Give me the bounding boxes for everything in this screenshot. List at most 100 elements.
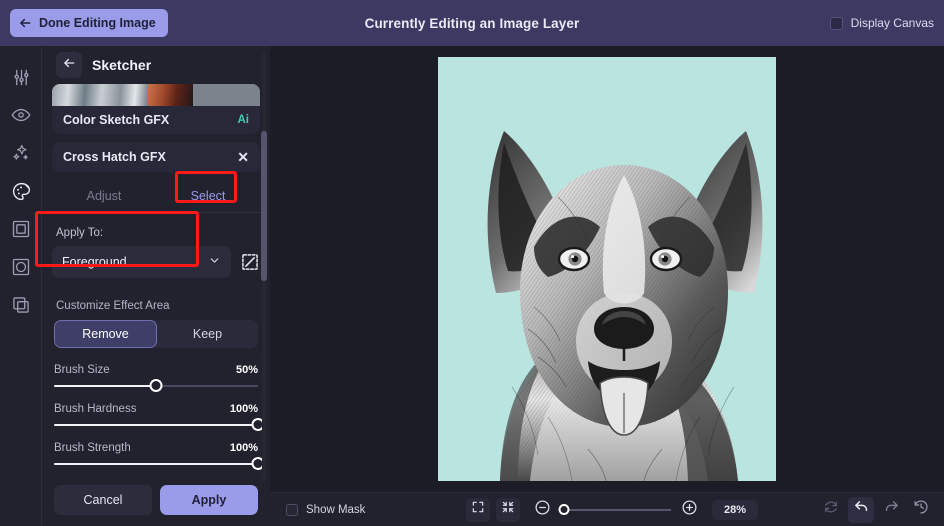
bottom-toolbar: Show Mask 28% bbox=[270, 492, 944, 526]
show-mask-checkbox[interactable] bbox=[286, 503, 298, 516]
history-controls bbox=[818, 496, 934, 523]
top-bar: Done Editing Image Currently Editing an … bbox=[0, 0, 944, 46]
app-root: Done Editing Image Currently Editing an … bbox=[0, 0, 944, 526]
sparkles-icon bbox=[11, 143, 31, 163]
segment-remove[interactable]: Remove bbox=[54, 320, 157, 348]
preset-card-color-sketch[interactable]: Color Sketch GFX Ai bbox=[52, 84, 260, 134]
panel-title: Sketcher bbox=[92, 57, 152, 73]
display-canvas-checkbox[interactable] bbox=[829, 16, 843, 30]
preset-name: Color Sketch GFX bbox=[63, 113, 170, 127]
effect-name: Cross Hatch GFX bbox=[63, 150, 166, 164]
panel-header: Sketcher bbox=[42, 46, 270, 84]
brush-size-track[interactable] bbox=[54, 379, 258, 392]
chevron-down-icon bbox=[208, 254, 221, 270]
sidebar-item-layers[interactable] bbox=[0, 286, 42, 324]
sketcher-panel: Sketcher Color Sketch GFX Ai Cross Hatch… bbox=[35, 46, 270, 526]
sidebar-item-effects[interactable] bbox=[0, 134, 42, 172]
zoom-level-value[interactable]: 28% bbox=[712, 499, 758, 520]
sidebar-item-frame[interactable] bbox=[0, 210, 42, 248]
preset-card-row: Color Sketch GFX Ai bbox=[52, 106, 260, 134]
apply-to-label: Apply To: bbox=[56, 227, 104, 239]
apply-to-section: Apply To: Foreground bbox=[42, 227, 270, 278]
dog-sketch-image bbox=[438, 57, 776, 481]
history-icon bbox=[913, 499, 929, 520]
show-mask-toggle[interactable]: Show Mask bbox=[286, 503, 366, 516]
brush-sliders-section: Brush Size 50% Brush Hardness 100% Brush… bbox=[42, 364, 270, 515]
fit-screen-button[interactable] bbox=[466, 497, 490, 522]
brush-size-header: Brush Size 50% bbox=[54, 364, 258, 376]
arrow-left-icon bbox=[18, 16, 32, 30]
panel-back-button[interactable] bbox=[56, 52, 82, 78]
crop-shape-icon bbox=[11, 257, 31, 277]
expand-frame-icon bbox=[471, 500, 485, 519]
cancel-button[interactable]: Cancel bbox=[54, 485, 152, 515]
tab-adjust[interactable]: Adjust bbox=[52, 180, 156, 212]
reset-button[interactable] bbox=[818, 497, 844, 523]
show-mask-label: Show Mask bbox=[306, 503, 366, 516]
brush-size-slider: Brush Size 50% bbox=[54, 364, 258, 392]
done-editing-image-button[interactable]: Done Editing Image bbox=[10, 9, 168, 37]
ai-badge: Ai bbox=[237, 114, 250, 126]
eye-icon bbox=[11, 105, 31, 125]
customize-effect-area-section: Customize Effect Area Remove Keep bbox=[42, 300, 270, 348]
zoom-slider-knob[interactable] bbox=[558, 503, 570, 515]
segment-keep[interactable]: Keep bbox=[157, 320, 258, 348]
brush-strength-value: 100% bbox=[229, 442, 258, 454]
apply-button[interactable]: Apply bbox=[160, 485, 258, 515]
brush-size-value: 50% bbox=[235, 364, 258, 376]
preset-thumbnail bbox=[52, 84, 260, 106]
arrow-left-icon bbox=[62, 56, 76, 75]
adjust-sliders-icon bbox=[12, 68, 31, 87]
fit-content-button[interactable] bbox=[496, 497, 520, 522]
brush-strength-header: Brush Strength 100% bbox=[54, 442, 258, 454]
effect-card-row: Cross Hatch GFX ✕ bbox=[52, 142, 260, 172]
zoom-controls: 28% bbox=[466, 497, 758, 522]
done-editing-image-label: Done Editing Image bbox=[39, 16, 156, 30]
tool-rail bbox=[0, 46, 42, 526]
brush-size-knob[interactable] bbox=[149, 379, 163, 392]
tab-select[interactable]: Select bbox=[156, 180, 260, 212]
selection-mask-icon[interactable] bbox=[240, 252, 260, 272]
brush-hardness-value: 100% bbox=[229, 403, 258, 415]
effect-card-cross-hatch: Cross Hatch GFX ✕ bbox=[52, 142, 260, 172]
display-canvas-label: Display Canvas bbox=[850, 16, 934, 30]
frame-icon bbox=[11, 219, 31, 239]
plus-circle-icon[interactable] bbox=[681, 499, 698, 521]
redo-icon bbox=[883, 499, 900, 521]
brush-strength-slider: Brush Strength 100% bbox=[54, 442, 265, 470]
panel-action-row: Cancel Apply bbox=[54, 485, 258, 515]
collapse-frame-icon bbox=[501, 500, 515, 519]
zoom-slider-track[interactable] bbox=[558, 503, 671, 515]
redo-button[interactable] bbox=[878, 497, 904, 523]
apply-to-dropdown[interactable]: Foreground bbox=[52, 246, 231, 278]
sidebar-item-sketcher[interactable] bbox=[0, 172, 42, 210]
undo-icon bbox=[853, 499, 870, 521]
brush-hardness-track[interactable] bbox=[54, 418, 265, 431]
effect-area-segmented-control: Remove Keep bbox=[54, 320, 258, 348]
display-canvas-toggle[interactable]: Display Canvas bbox=[829, 0, 934, 46]
brush-strength-track[interactable] bbox=[54, 457, 265, 470]
reset-icon bbox=[823, 499, 839, 520]
brush-strength-label: Brush Strength bbox=[54, 442, 131, 454]
close-icon[interactable]: ✕ bbox=[237, 150, 249, 164]
sidebar-item-shape[interactable] bbox=[0, 248, 42, 286]
brush-size-label: Brush Size bbox=[54, 364, 110, 376]
sidebar-item-adjust[interactable] bbox=[0, 58, 42, 96]
brush-hardness-label: Brush Hardness bbox=[54, 403, 137, 415]
undo-button[interactable] bbox=[848, 496, 874, 523]
panel-scrollbar-thumb[interactable] bbox=[261, 131, 267, 281]
customize-effect-area-label: Customize Effect Area bbox=[56, 300, 170, 312]
layers-icon bbox=[11, 295, 31, 315]
history-button[interactable] bbox=[908, 497, 934, 523]
effect-tabs: Adjust Select bbox=[52, 180, 260, 213]
apply-to-row: Foreground bbox=[52, 246, 260, 278]
panel-scroll-area: Color Sketch GFX Ai Cross Hatch GFX ✕ Ad… bbox=[42, 84, 270, 526]
canvas-stage[interactable] bbox=[270, 46, 944, 492]
palette-icon bbox=[11, 181, 32, 202]
image-layer[interactable] bbox=[438, 57, 776, 481]
brush-hardness-header: Brush Hardness 100% bbox=[54, 403, 258, 415]
minus-circle-icon[interactable] bbox=[534, 499, 551, 521]
sidebar-item-preview[interactable] bbox=[0, 96, 42, 134]
apply-to-value: Foreground bbox=[62, 255, 127, 269]
brush-hardness-slider: Brush Hardness 100% bbox=[54, 403, 265, 431]
